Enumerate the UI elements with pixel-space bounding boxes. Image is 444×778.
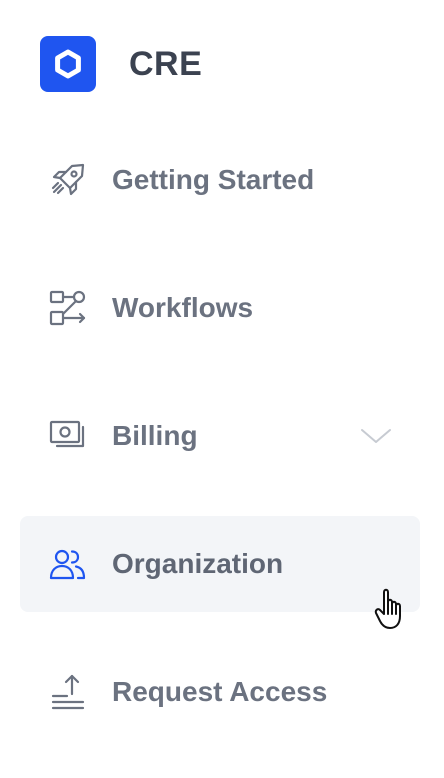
sidebar-item-organization[interactable]: Organization [20,516,420,612]
upload-icon [48,672,88,712]
sidebar-item-label: Workflows [112,292,254,323]
workflow-icon [48,288,88,328]
hexagon-icon [55,49,81,79]
sidebar-item-getting-started[interactable]: Getting Started [20,132,420,228]
sidebar: CRE Getting Started Workflows Billing Or… [0,0,444,778]
sidebar-item-label: Organization [112,548,284,579]
rocket-icon [48,160,88,200]
chevron-down-icon[interactable] [358,424,394,448]
sidebar-item-label: Getting Started [112,164,315,195]
billing-icon [48,416,88,456]
users-icon [48,544,88,584]
sidebar-item-request-access[interactable]: Request Access [20,644,420,740]
sidebar-item-label: Request Access [112,676,328,707]
brand-logo [40,36,96,92]
sidebar-item-billing[interactable]: Billing [20,388,420,484]
brand-name: CRE [129,44,203,83]
sidebar-item-workflows[interactable]: Workflows [20,260,420,356]
brand[interactable]: CRE [40,36,202,92]
sidebar-item-label: Billing [112,420,198,451]
hand-cursor-icon [374,588,401,629]
